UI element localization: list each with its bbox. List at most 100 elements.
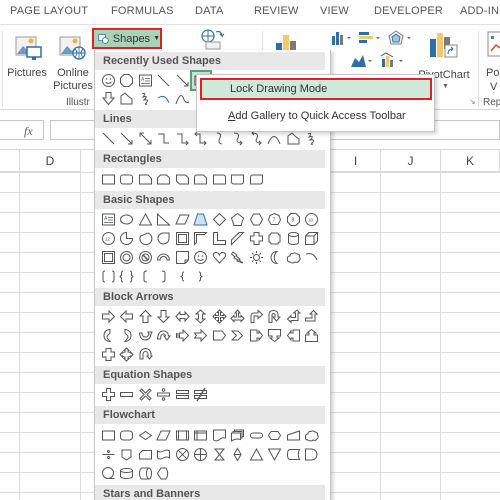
left-bracket-shape[interactable] [136,268,155,285]
snip-and-round-rectangle-shape[interactable] [192,171,211,188]
flowchart-sort-shape[interactable] [229,446,248,463]
sun-shape[interactable] [247,249,266,266]
snip-diagonal-corner-rectangle-shape[interactable] [173,171,192,188]
right-arrow-shape[interactable] [99,308,118,325]
decagon-shape[interactable]: 10 [303,211,322,228]
minus-shape[interactable] [118,386,137,403]
diamond-shape[interactable] [210,211,229,228]
scribble-shape[interactable] [303,130,322,147]
down-arrow-callout-shape[interactable] [266,327,285,344]
online-pictures-button[interactable]: Online Pictures [52,29,94,92]
tab-add-ins[interactable]: ADD-IN [460,5,499,17]
striped-right-arrow-shape[interactable] [173,327,192,344]
multiply-shape[interactable] [136,386,155,403]
chevron-shape[interactable] [229,327,248,344]
bar-chart-icon[interactable] [358,31,382,45]
flowchart-decision-shape[interactable] [136,427,155,444]
curve-shape[interactable] [266,130,285,147]
lock-drawing-mode-menu-item[interactable]: Lock Drawing Mode [200,78,432,100]
elbow-connector-shape[interactable] [155,130,174,147]
flowchart-terminator-shape[interactable] [247,427,266,444]
hexagon-shape[interactable] [247,211,266,228]
flowchart-manual-operation-shape[interactable] [303,427,322,444]
diagonal-stripe-shape[interactable] [229,230,248,247]
column-header-c[interactable] [0,150,20,172]
folded-corner-shape[interactable] [173,249,192,266]
left-right-arrow-shape[interactable] [173,308,192,325]
pentagon-shape[interactable] [229,211,248,228]
tab-developer[interactable]: DEVELOPER [374,5,443,17]
line-shape[interactable] [155,72,174,89]
curved-arrow-connector-shape[interactable] [229,130,248,147]
flowchart-manual-input-shape[interactable] [284,427,303,444]
cross-shape[interactable] [247,230,266,247]
left-up-arrow-shape[interactable] [284,308,303,325]
curved-connector-shape[interactable] [210,130,229,147]
line-shape[interactable] [99,130,118,147]
rounded-rectangle-shape[interactable] [118,171,137,188]
scribble-shape[interactable] [136,90,155,107]
curved-down-arrow-shape[interactable] [155,327,174,344]
snip-same-side-corner-rectangle-shape[interactable] [155,171,174,188]
tab-data[interactable]: DATA [195,5,224,17]
smiley-face-shape[interactable] [192,249,211,266]
notched-right-arrow-shape[interactable] [192,327,211,344]
elbow-double-arrow-connector-shape[interactable] [192,130,211,147]
equal-shape[interactable] [173,386,192,403]
can-shape[interactable] [284,230,303,247]
block-arc-shape[interactable] [155,249,174,266]
snip-single-corner-rectangle-shape[interactable] [136,171,155,188]
double-bracket-shape[interactable] [99,268,118,285]
left-right-arrow-callout-shape[interactable] [99,346,118,363]
shapes-button[interactable]: Shapes ▼ [92,28,162,49]
curved-up-arrow-shape[interactable] [136,327,155,344]
flowchart-multidocument-shape[interactable] [229,427,248,444]
column-header-i[interactable]: I [331,150,381,172]
bevel-shape[interactable] [99,249,118,266]
cube-shape[interactable] [303,230,322,247]
plus-shape[interactable] [99,386,118,403]
pictures-button[interactable]: Pictures [6,29,48,91]
moon-shape[interactable] [266,249,285,266]
up-arrow-callout-shape[interactable] [303,327,322,344]
column-header-j[interactable]: J [381,150,441,172]
flowchart-extract-shape[interactable] [247,446,266,463]
left-arrow-shape[interactable] [118,308,137,325]
flowchart-predefined-process-shape[interactable] [173,427,192,444]
isosceles-triangle-shape[interactable] [136,211,155,228]
flowchart-document-shape[interactable] [210,427,229,444]
arc-shape[interactable] [155,90,174,107]
flowchart-process-shape[interactable] [99,427,118,444]
freeform-shape[interactable] [284,130,303,147]
text-box-shape[interactable]: A [136,72,155,89]
flowchart-stored-data-shape[interactable] [284,446,303,463]
flowchart-internal-storage-shape[interactable] [192,427,211,444]
trapezoid-shape[interactable] [192,211,211,228]
down-arrow-shape[interactable] [155,308,174,325]
half-frame-shape[interactable] [192,230,211,247]
double-arrow-shape[interactable] [136,130,155,147]
name-box[interactable] [0,120,44,140]
chord-shape[interactable] [136,230,155,247]
flowchart-card-shape[interactable] [136,446,155,463]
arrow-shape[interactable] [118,130,137,147]
quad-arrow-shape[interactable] [210,308,229,325]
teardrop-shape[interactable] [155,230,174,247]
down-arrow-shape[interactable] [99,90,118,107]
rectangle-shape[interactable] [99,171,118,188]
text-box-shape[interactable]: A [99,211,118,228]
no-symbol-shape[interactable] [136,249,155,266]
flowchart-collate-shape[interactable] [99,446,118,463]
right-arrow-callout-shape[interactable] [247,327,266,344]
division-shape[interactable] [155,386,174,403]
right-brace-shape[interactable] [192,268,211,285]
u-turn-arrow-shape[interactable] [266,308,285,325]
radar-chart-icon[interactable] [388,30,414,46]
right-bracket-shape[interactable] [155,268,174,285]
power-view-icon[interactable] [487,31,500,57]
tab-formulas[interactable]: FORMULAS [111,5,174,17]
area-chart-icon[interactable] [350,52,374,68]
elbow-arrow-connector-shape[interactable] [173,130,192,147]
combo-chart-icon[interactable] [380,52,406,68]
dialog-launcher-icon[interactable]: ↘ [469,97,476,106]
